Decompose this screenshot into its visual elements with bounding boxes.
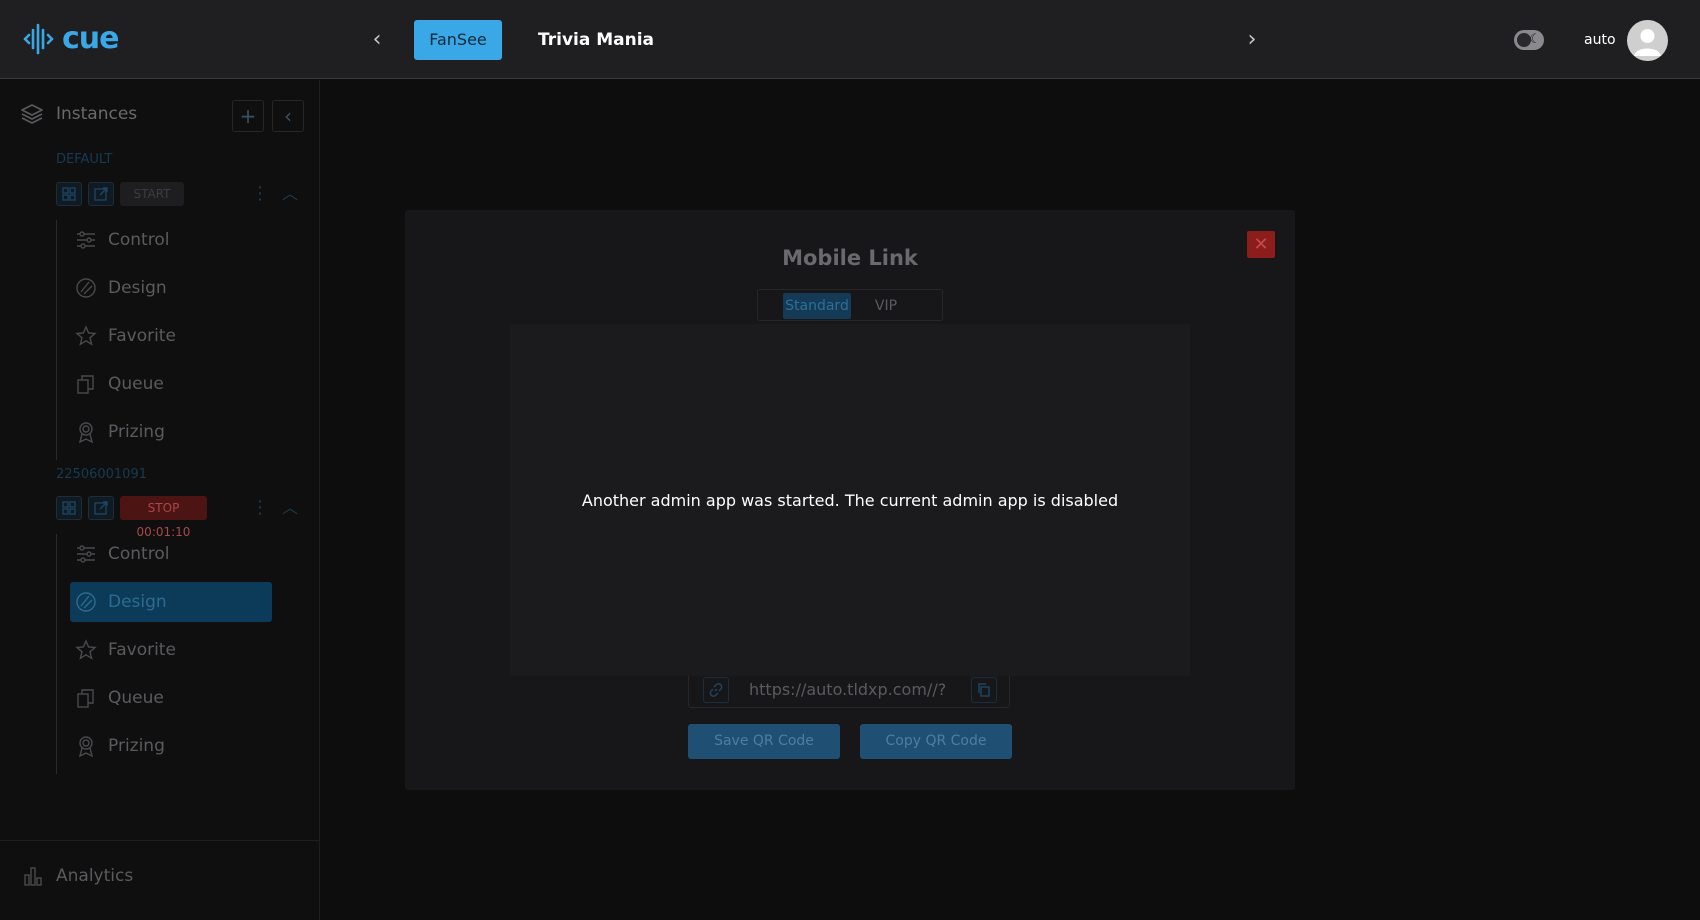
sidebar-item-queue[interactable]: Queue [70, 678, 272, 718]
mobile-link-text: https://auto.tldxp.com//? [749, 680, 947, 699]
sidebar-item-design[interactable]: Design [70, 268, 272, 308]
start-button[interactable]: START [120, 182, 184, 206]
stop-button[interactable]: STOP 00:01:10 [120, 496, 207, 539]
sidebar-item-label: Design [108, 592, 167, 612]
cue-logo[interactable]: cue [22, 21, 119, 56]
group-name-instance: 22506001091 [56, 467, 147, 482]
sliders-icon [74, 228, 98, 252]
sidebar-item-label: Prizing [108, 736, 165, 756]
tree-line [56, 220, 57, 460]
chevron-left-icon[interactable]: ‹ [366, 27, 388, 53]
sidebar-item-label: Queue [108, 374, 164, 394]
design-icon [74, 276, 98, 300]
sidebar-item-prizing[interactable]: Prizing [70, 726, 272, 766]
grid-icon[interactable] [56, 496, 82, 520]
grid-icon[interactable] [56, 182, 82, 206]
sidebar-item-queue[interactable]: Queue [70, 364, 272, 404]
chevron-up-icon[interactable]: ︿ [281, 496, 299, 520]
tab-trivia-mania[interactable]: Trivia Mania [538, 20, 654, 60]
analytics-label: Analytics [56, 866, 134, 886]
chevron-up-icon[interactable]: ︿ [281, 182, 299, 206]
collapse-sidebar-button[interactable]: ‹ [272, 100, 304, 132]
user-icon [1634, 29, 1661, 56]
layers-icon [21, 104, 43, 124]
add-instance-button[interactable]: + [232, 100, 264, 132]
award-icon [74, 734, 98, 758]
chevron-right-icon[interactable]: › [1241, 27, 1263, 53]
star-icon [74, 638, 98, 662]
sidebar-item-label: Favorite [108, 326, 176, 346]
tab-vip[interactable]: VIP [866, 293, 906, 319]
award-icon [74, 420, 98, 444]
sidebar-item-control[interactable]: Control [70, 220, 272, 260]
sidebar-item-label: Control [108, 230, 170, 250]
sidebar: Instances + ‹ DEFAULT START ⋮ ︿ Control … [0, 80, 320, 920]
design-icon [74, 590, 98, 614]
group-name-default: DEFAULT [56, 152, 113, 167]
more-vertical-icon[interactable]: ⋮ [251, 496, 269, 520]
queue-icon [74, 686, 98, 710]
sidebar-item-label: Queue [108, 688, 164, 708]
cue-logo-icon [23, 23, 54, 54]
modal-title: Mobile Link [782, 246, 918, 270]
sidebar-item-label: Prizing [108, 422, 165, 442]
link-icon [703, 677, 729, 703]
app-root: cue ‹ FanSee Trivia Mania › ☾ auto Insta… [0, 0, 1700, 920]
sidebar-item-favorite[interactable]: Favorite [70, 316, 272, 356]
avatar[interactable] [1627, 20, 1668, 61]
top-header: cue ‹ FanSee Trivia Mania › ☾ auto [0, 0, 1700, 79]
sidebar-item-label: Favorite [108, 640, 176, 660]
sidebar-item-control[interactable]: Control [70, 534, 272, 574]
logo-text: cue [62, 21, 119, 56]
star-icon [74, 324, 98, 348]
instances-title: Instances [56, 104, 138, 124]
sidebar-item-design-active[interactable]: Design [70, 582, 272, 622]
tab-fansee[interactable]: FanSee [414, 20, 502, 60]
sidebar-divider [0, 840, 320, 841]
more-vertical-icon[interactable]: ⋮ [251, 182, 269, 206]
user-name: auto [1584, 32, 1616, 48]
external-link-icon[interactable] [88, 496, 114, 520]
queue-icon [74, 372, 98, 396]
sidebar-item-label: Control [108, 544, 170, 564]
moon-icon: ☾ [1529, 32, 1541, 47]
close-icon[interactable]: ✕ [1247, 231, 1275, 258]
save-qr-code-button[interactable]: Save QR Code [688, 724, 840, 759]
sidebar-item-prizing[interactable]: Prizing [70, 412, 272, 452]
bar-chart-icon [24, 867, 42, 886]
tab-standard[interactable]: Standard [783, 293, 851, 319]
sidebar-item-label: Design [108, 278, 167, 298]
copy-qr-code-button[interactable]: Copy QR Code [860, 724, 1012, 759]
alert-message: Another admin app was started. The curre… [581, 490, 1119, 510]
sidebar-item-favorite[interactable]: Favorite [70, 630, 272, 670]
admin-disabled-alert: Another admin app was started. The curre… [510, 324, 1190, 676]
external-link-icon[interactable] [88, 182, 114, 206]
theme-toggle[interactable]: ☾ [1514, 30, 1544, 50]
segment-control: Standard VIP [757, 289, 943, 321]
sidebar-item-analytics[interactable]: Analytics [22, 865, 133, 887]
tree-line [56, 534, 57, 774]
sliders-icon [74, 542, 98, 566]
copy-icon[interactable] [971, 677, 997, 703]
instances-header: Instances [20, 102, 137, 126]
